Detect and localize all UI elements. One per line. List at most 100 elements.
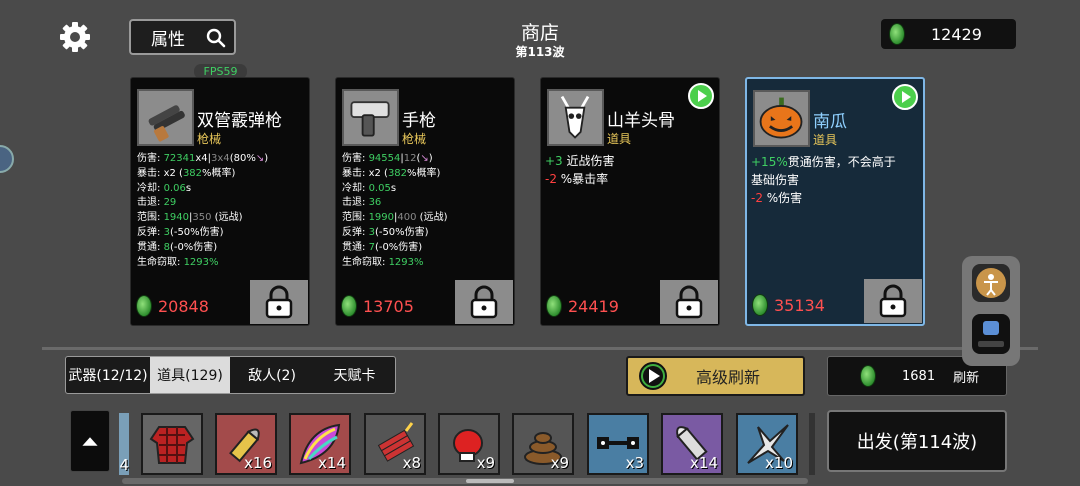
card-category: 枪械 [402, 132, 427, 146]
person-icon [976, 268, 1006, 298]
lock-button[interactable] [455, 280, 513, 324]
card-stats: 伤害: 72341x4|3x4(80%↘) 暴击: x2 (382%概率) 冷却… [137, 152, 268, 270]
lock-icon [879, 284, 907, 318]
effect-line: -2 %伤害 [751, 191, 803, 205]
lock-icon [675, 285, 703, 319]
stat-cooldown: 冷却: 0.05s [342, 182, 397, 194]
play-icon[interactable] [688, 83, 714, 109]
card-name: 南瓜 [813, 112, 847, 132]
stat-bounce: 反弹: 3(-50%伤害) [342, 226, 429, 238]
lock-button[interactable] [864, 279, 922, 323]
side-panel-button[interactable] [972, 264, 1010, 302]
start-next-wave-button[interactable]: 出发(第114波) [827, 410, 1007, 472]
card-effects: +3 近战伤害 -2 %暴击率 [545, 152, 615, 188]
advanced-refresh-label: 高级刷新 [696, 368, 761, 387]
tab-enemies[interactable]: 敌人(2) [230, 357, 314, 393]
stat-bounce: 反弹: 3(-50%伤害) [137, 226, 224, 238]
shop-card-pistol[interactable]: 手枪 枪械 伤害: 94554|12(↘) 暴击: x2 (382%概率) 冷却… [335, 77, 515, 326]
up-arrow-icon [82, 437, 98, 446]
lock-button[interactable] [250, 280, 308, 324]
stat-damage: 伤害: 94554|12(↘) [342, 153, 433, 164]
goat-skull-icon [547, 89, 604, 146]
inventory-slot[interactable]: x8 [364, 413, 426, 475]
inventory-slot[interactable]: x16 [215, 413, 277, 475]
side-panel-button[interactable] [972, 314, 1010, 354]
app-icon [978, 321, 1004, 347]
shop-card-goat-skull[interactable]: 山羊头骨 道具 +3 近战伤害 -2 %暴击率 24419 [540, 77, 720, 326]
tab-weapons[interactable]: 武器(12/12) [66, 357, 150, 393]
stat-damage: 伤害: 72341x4|3x4(80%↘) [137, 153, 269, 164]
stat-pierce: 贯通: 8(-0%伤害) [137, 241, 218, 253]
lock-button[interactable] [660, 280, 718, 324]
pistol-icon [342, 89, 399, 146]
lock-icon [470, 285, 498, 319]
play-icon [639, 362, 667, 390]
plaid-shirt-icon [149, 426, 195, 464]
effect-line: +15%贯通伤害，不会高于 [751, 155, 896, 169]
coin-icon [341, 295, 357, 317]
card-price: 24419 [546, 295, 619, 317]
attributes-label: 属性 [151, 29, 185, 50]
coin-icon [860, 365, 876, 387]
shop-card-pumpkin[interactable]: 南瓜 道具 +15%贯通伤害，不会高于 基础伤害 -2 %伤害 35134 [745, 77, 925, 326]
card-category: 枪械 [197, 132, 222, 146]
card-category: 道具 [607, 132, 632, 146]
card-name: 双管霰弹枪 [197, 111, 282, 131]
stat-cooldown: 冷却: 0.06s [137, 182, 192, 194]
stat-crit: 暴击: x2 (382%概率) [137, 167, 236, 179]
card-category: 道具 [813, 133, 838, 147]
attributes-button[interactable]: 属性 [129, 19, 236, 55]
card-name: 山羊头骨 [607, 111, 675, 131]
coin-icon [546, 295, 562, 317]
refresh-label: 刷新 [953, 370, 980, 386]
card-price: 35134 [752, 294, 825, 316]
refresh-cost: 1681 [902, 368, 936, 384]
inventory-scroll-thumb[interactable] [466, 479, 514, 483]
tab-talent-cards[interactable]: 天赋卡 [314, 357, 395, 393]
stat-range: 范围: 1990|400 (远战) [342, 212, 448, 224]
stat-crit: 暴击: x2 (382%概率) [342, 167, 441, 179]
inventory-slot[interactable]: x14 [661, 413, 723, 475]
stat-pierce: 贯通: 7(-0%伤害) [342, 241, 423, 253]
card-name: 手枪 [402, 111, 436, 131]
stat-knockback: 击退: 36 [342, 197, 382, 209]
inventory-slot[interactable]: x9 [438, 413, 500, 475]
search-icon [206, 28, 226, 48]
pumpkin-icon [753, 90, 810, 147]
effect-line: 基础伤害 [751, 173, 800, 187]
divider [42, 347, 1038, 350]
shop-card-double-barrel-shotgun[interactable]: 双管霰弹枪 枪械 伤害: 72341x4|3x4(80%↘) 暴击: x2 (3… [130, 77, 310, 326]
category-tabs: 武器(12/12) 道具(129) 敌人(2) 天赋卡 [65, 356, 396, 394]
inventory-slot-partial [809, 413, 815, 475]
scroll-up-button[interactable] [70, 410, 110, 472]
tab-items[interactable]: 道具(129) [150, 357, 230, 393]
inventory-slot[interactable] [141, 413, 203, 475]
play-icon[interactable] [892, 84, 918, 110]
inventory-slot[interactable]: x14 [289, 413, 351, 475]
effect-line: -2 %暴击率 [545, 172, 609, 186]
inventory-slot[interactable]: x10 [736, 413, 798, 475]
page-title: 商店 [520, 22, 559, 44]
card-price: 13705 [341, 295, 414, 317]
stat-lifesteal: 生命窃取: 1293% [137, 256, 219, 268]
money-display: 12429 [881, 19, 1016, 49]
edge-floating-button[interactable] [0, 145, 14, 173]
inventory-slot[interactable]: x9 [512, 413, 574, 475]
shotgun-icon [137, 89, 194, 146]
card-stats: 伤害: 94554|12(↘) 暴击: x2 (382%概率) 冷却: 0.05… [342, 152, 447, 270]
money-amount: 12429 [931, 24, 982, 44]
gear-icon[interactable] [58, 20, 92, 54]
wave-indicator: 第113波 [515, 45, 565, 59]
stat-knockback: 击退: 29 [137, 197, 177, 209]
coin-icon [752, 294, 768, 316]
inventory-scrollbar[interactable] [122, 478, 808, 484]
advanced-refresh-button[interactable]: 高级刷新 [626, 356, 805, 396]
coin-icon [136, 295, 152, 317]
stat-range: 范围: 1940|350 (远战) [137, 212, 243, 224]
card-price: 20848 [136, 295, 209, 317]
coin-icon [889, 23, 905, 45]
inventory-slot[interactable]: x3 [587, 413, 649, 475]
inventory-slot[interactable]: 4 [119, 413, 129, 475]
effect-line: +3 近战伤害 [545, 154, 615, 168]
stat-lifesteal: 生命窃取: 1293% [342, 256, 424, 268]
